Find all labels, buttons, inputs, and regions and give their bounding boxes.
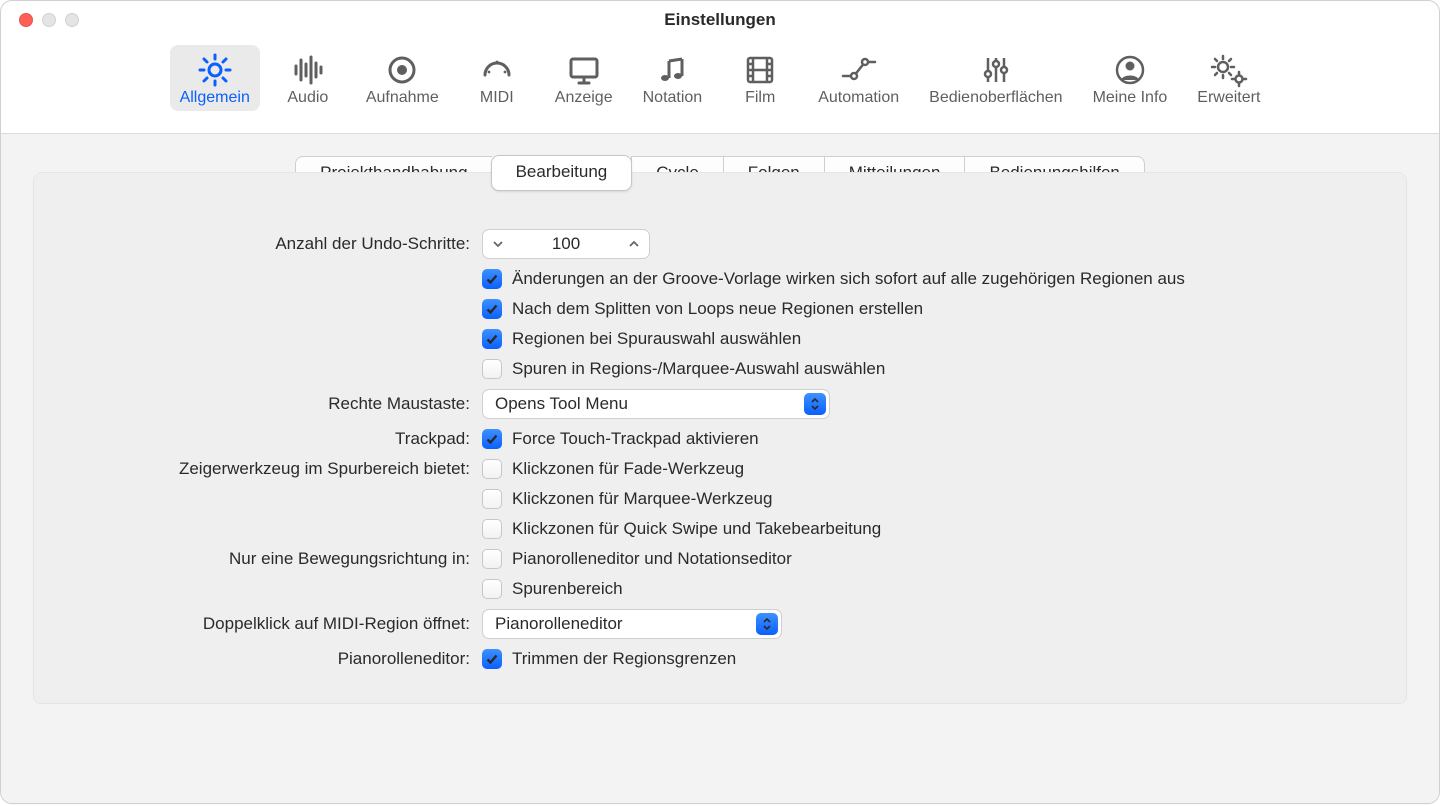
undo-steps-value: 100 (513, 234, 619, 254)
midi-icon (479, 51, 515, 89)
quickswipe-zones-label: Klickzonen für Quick Swipe und Takebearb… (512, 519, 881, 539)
titlebar: Einstellungen (1, 1, 1439, 39)
toolbar-tab-label: Notation (643, 89, 703, 107)
toolbar-tab-label: Meine Info (1093, 89, 1168, 107)
gears-icon (1209, 51, 1249, 89)
toolbar-tab-label: Erweitert (1197, 89, 1260, 107)
select-tracks-label: Spuren in Regions-/Marquee-Auswahl auswä… (512, 359, 885, 379)
toolbar-tab-label: Automation (818, 89, 899, 107)
toolbar-tab-record[interactable]: Aufnahme (356, 45, 449, 111)
right-mouse-value: Opens Tool Menu (495, 394, 628, 414)
subtab-editing[interactable]: Bearbeitung (491, 155, 633, 191)
user-icon (1112, 51, 1148, 89)
monitor-icon (566, 51, 602, 89)
toolbar-tab-label: Film (745, 89, 775, 107)
content-area: Projekthandhabung Bearbeitung Cycle Folg… (1, 134, 1439, 804)
toolbar-tab-label: Allgemein (180, 89, 250, 107)
doubleclick-label: Doppelklick auf MIDI-Region öffnet: (70, 614, 470, 634)
select-regions-checkbox[interactable] (482, 329, 502, 349)
doubleclick-value: Pianorolleneditor (495, 614, 623, 634)
record-icon (384, 51, 420, 89)
tracks-area-label: Spurenbereich (512, 579, 623, 599)
undo-steps-stepper[interactable]: 100 (482, 229, 650, 259)
minimize-window-icon[interactable] (42, 13, 56, 27)
toolbar-tab-advanced[interactable]: Erweitert (1187, 45, 1270, 111)
pianoscore-checkbox[interactable] (482, 549, 502, 569)
toolbar-tab-automation[interactable]: Automation (808, 45, 909, 111)
marquee-zones-label: Klickzonen für Marquee-Werkzeug (512, 489, 772, 509)
film-icon (742, 51, 778, 89)
toolbar-tab-label: Anzeige (555, 89, 613, 107)
toolbar-tab-midi[interactable]: MIDI (459, 45, 535, 111)
groove-template-label: Änderungen an der Groove-Vorlage wirken … (512, 269, 1185, 289)
settings-panel: Anzahl der Undo-Schritte: 100 (33, 173, 1407, 704)
fade-zones-checkbox[interactable] (482, 459, 502, 479)
fade-zones-label: Klickzonen für Fade-Werkzeug (512, 459, 744, 479)
toolbar-tab-movie[interactable]: Film (722, 45, 798, 111)
toolbar-tab-display[interactable]: Anzeige (545, 45, 623, 111)
zoom-window-icon[interactable] (65, 13, 79, 27)
marquee-zones-checkbox[interactable] (482, 489, 502, 509)
toolbar-tab-surfaces[interactable]: Bedienoberflächen (919, 45, 1072, 111)
gear-icon (197, 51, 233, 89)
toolbar-tab-score[interactable]: Notation (633, 45, 713, 111)
force-touch-label: Force Touch-Trackpad aktivieren (512, 429, 759, 449)
waveform-icon (290, 51, 326, 89)
groove-template-checkbox[interactable] (482, 269, 502, 289)
right-mouse-select[interactable]: Opens Tool Menu (482, 389, 830, 419)
window-controls (19, 13, 79, 27)
pointer-tool-label: Zeigerwerkzeug im Spurbereich bietet: (70, 459, 470, 479)
doubleclick-select[interactable]: Pianorolleneditor (482, 609, 782, 639)
trackpad-label: Trackpad: (70, 429, 470, 449)
stepper-down-icon[interactable] (483, 230, 513, 258)
trim-boundaries-checkbox[interactable] (482, 649, 502, 669)
force-touch-checkbox[interactable] (482, 429, 502, 449)
close-window-icon[interactable] (19, 13, 33, 27)
window-title: Einstellungen (664, 10, 775, 30)
pianoroll-label: Pianorolleneditor: (70, 649, 470, 669)
toolbar-tab-label: Bedienoberflächen (929, 89, 1062, 107)
toolbar-tab-myinfo[interactable]: Meine Info (1083, 45, 1178, 111)
toolbar: Allgemein Audio Aufnahme (1, 39, 1439, 134)
music-note-icon (654, 51, 690, 89)
preferences-window: Einstellungen Allgemein (0, 0, 1440, 804)
toolbar-tab-label: Aufnahme (366, 89, 439, 107)
split-loops-checkbox[interactable] (482, 299, 502, 319)
select-arrows-icon (804, 393, 826, 415)
toolbar-tab-general[interactable]: Allgemein (170, 45, 260, 111)
pianoscore-label: Pianorolleneditor und Notationseditor (512, 549, 792, 569)
select-regions-label: Regionen bei Spurauswahl auswählen (512, 329, 801, 349)
split-loops-label: Nach dem Splitten von Loops neue Regione… (512, 299, 923, 319)
stepper-up-icon[interactable] (619, 230, 649, 258)
select-arrows-icon (756, 613, 778, 635)
undo-steps-label: Anzahl der Undo-Schritte: (70, 234, 470, 254)
limit-direction-label: Nur eine Bewegungsrichtung in: (70, 549, 470, 569)
toolbar-tab-audio[interactable]: Audio (270, 45, 346, 111)
toolbar-tab-label: MIDI (480, 89, 514, 107)
sliders-icon (978, 51, 1014, 89)
quickswipe-zones-checkbox[interactable] (482, 519, 502, 539)
right-mouse-label: Rechte Maustaste: (70, 394, 470, 414)
trim-boundaries-label: Trimmen der Regionsgrenzen (512, 649, 736, 669)
tracks-area-checkbox[interactable] (482, 579, 502, 599)
automation-icon (839, 51, 879, 89)
select-tracks-checkbox[interactable] (482, 359, 502, 379)
toolbar-tab-label: Audio (287, 89, 328, 107)
